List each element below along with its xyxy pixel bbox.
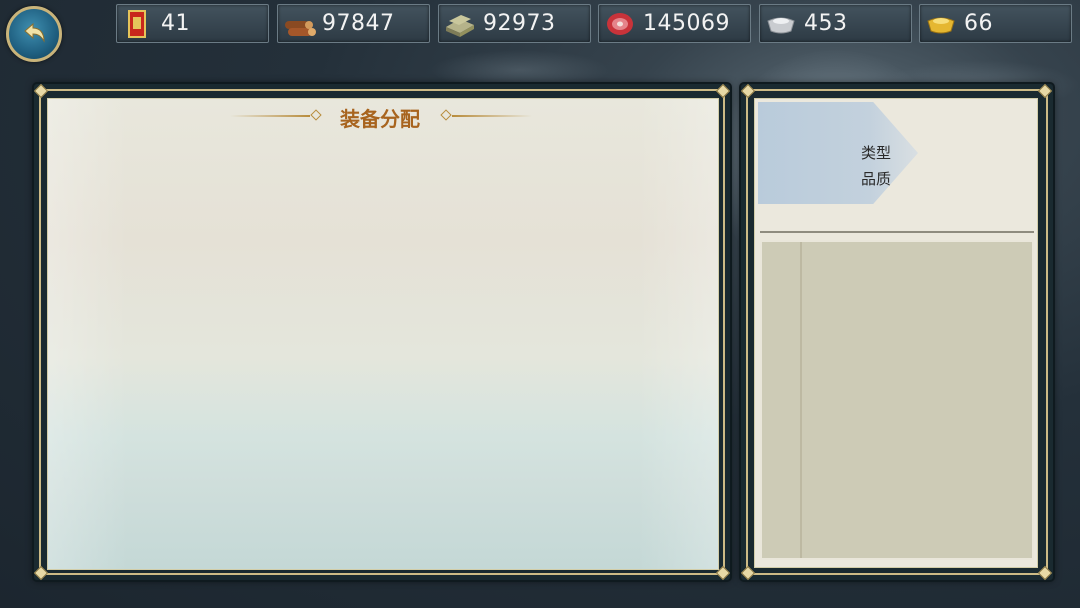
stone-slab-icon bbox=[446, 15, 474, 37]
filter-quality-label[interactable]: 品质 bbox=[820, 168, 932, 189]
gold-ingot-icon bbox=[927, 17, 955, 34]
resource-token[interactable]: 41 bbox=[116, 4, 269, 43]
silver-ingot-icon bbox=[767, 17, 795, 34]
divider bbox=[760, 231, 1034, 233]
title-ornament-line bbox=[452, 115, 532, 117]
page-title: 装备分配 bbox=[340, 107, 420, 131]
resource-gold[interactable]: 66 bbox=[919, 4, 1072, 43]
filter-type-label[interactable]: 类型 bbox=[820, 142, 932, 163]
resource-value: 41 bbox=[161, 11, 190, 36]
resource-value: 92973 bbox=[483, 11, 556, 36]
back-arrow-icon bbox=[24, 22, 45, 43]
back-button[interactable] bbox=[6, 6, 62, 62]
meat-icon bbox=[607, 13, 633, 35]
order-scroll-icon bbox=[128, 10, 146, 38]
panel-title-bar: 装备分配 bbox=[230, 103, 532, 131]
resource-food[interactable]: 145069 bbox=[598, 4, 751, 43]
resource-wood[interactable]: 97847 bbox=[277, 4, 430, 43]
wood-logs-icon bbox=[285, 21, 316, 36]
equipment-list-area bbox=[47, 98, 719, 570]
resource-value: 145069 bbox=[643, 11, 730, 36]
resource-value: 453 bbox=[804, 11, 848, 36]
resource-stone[interactable]: 92973 bbox=[438, 4, 591, 43]
list-column-divider bbox=[800, 242, 802, 558]
filter-result-list[interactable] bbox=[760, 240, 1034, 560]
resource-silver[interactable]: 453 bbox=[759, 4, 912, 43]
resource-value: 66 bbox=[964, 11, 993, 36]
resource-value: 97847 bbox=[322, 11, 395, 36]
